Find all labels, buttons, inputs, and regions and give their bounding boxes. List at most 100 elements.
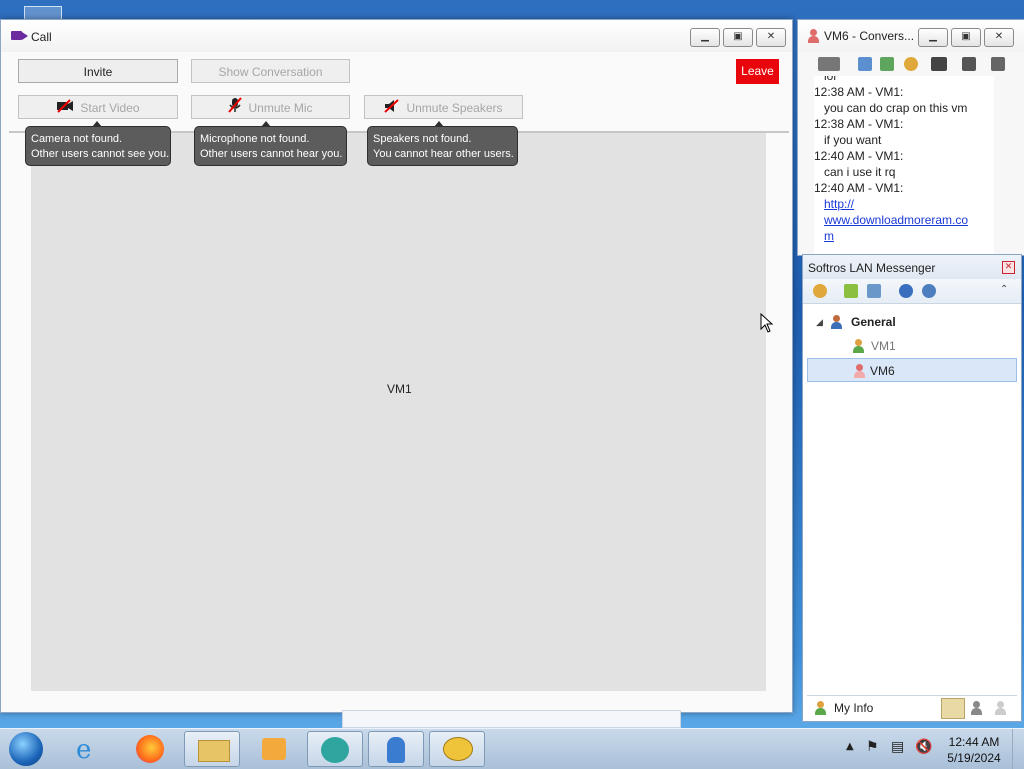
file-explorer-icon[interactable]	[184, 731, 240, 767]
user-name: VM6	[870, 364, 895, 378]
start-video-label: Start Video	[80, 101, 140, 115]
chat-message: lol	[824, 76, 837, 83]
unmute-mic-label: Unmute Mic	[248, 101, 313, 115]
settings-icon[interactable]	[904, 57, 918, 71]
volume-muted-icon[interactable]: 🔇	[915, 739, 932, 755]
collapse-chevron-icon[interactable]: ⌃	[1000, 284, 1008, 295]
expand-triangle-icon[interactable]: ◢	[816, 310, 823, 334]
start-button[interactable]	[9, 732, 43, 766]
camera-tooltip-line1: Camera not found.	[31, 133, 123, 145]
mouse-cursor-icon	[760, 313, 774, 333]
chat-header: 12:40 AM - VM1:	[814, 149, 904, 163]
conv-minimize-button[interactable]: ▁	[918, 28, 948, 47]
lan-toolbar: ⌃	[803, 279, 1021, 304]
lan-status-bar: My Info	[807, 695, 1017, 720]
maximize-button[interactable]: ▣	[723, 28, 753, 47]
show-conversation-button[interactable]: Show Conversation	[191, 59, 350, 83]
messenger-app-icon[interactable]	[307, 731, 363, 767]
minimize-button[interactable]: ▁	[690, 28, 720, 47]
media-player-icon[interactable]	[246, 731, 302, 767]
chat-log[interactable]: lol 12:38 AM - VM1: you can do crap on t…	[814, 76, 994, 254]
group-label: General	[851, 315, 896, 329]
chat-link[interactable]: m	[814, 228, 994, 244]
status-away-icon[interactable]	[971, 701, 982, 715]
window-title: Call	[31, 30, 52, 44]
taskbar: e ▲ ⚑ ▤ 🔇 12:44 AM 5/19/2024	[0, 728, 1024, 769]
help-icon[interactable]	[899, 284, 913, 298]
clock[interactable]: 12:44 AM 5/19/2024	[946, 734, 1002, 766]
chat-message: can i use it rq	[824, 165, 896, 179]
show-hidden-icons-icon[interactable]: ▲	[846, 741, 854, 752]
video-off-icon	[56, 97, 74, 121]
unmute-mic-button[interactable]: Unmute Mic	[191, 95, 350, 119]
camera-tooltip-line2: Other users cannot see you.	[31, 148, 170, 160]
speakers-tooltip: Speakers not found. You cannot hear othe…	[367, 121, 518, 166]
lan-messenger-taskbar-icon[interactable]	[429, 731, 485, 767]
user-online-icon	[853, 339, 864, 353]
chat-header: 12:38 AM - VM1:	[814, 85, 904, 99]
user-red-icon	[808, 29, 819, 43]
video-camera-icon	[11, 31, 28, 40]
speaker-muted-icon	[384, 97, 400, 121]
clock-date: 5/19/2024	[947, 751, 1001, 765]
send-file-icon[interactable]	[880, 57, 894, 71]
internet-explorer-icon[interactable]: e	[62, 731, 118, 767]
mic-tooltip-line2: Other users cannot hear you.	[200, 148, 343, 160]
conv-maximize-button[interactable]: ▣	[951, 28, 981, 47]
status-available-button[interactable]	[941, 698, 965, 719]
conversation-titlebar[interactable]: VM6 - Convers... ▁ ▣ ✕	[798, 20, 1024, 52]
status-offline-icon[interactable]	[995, 701, 1006, 715]
action-center-flag-icon[interactable]: ⚑	[866, 739, 879, 755]
lan-titlebar[interactable]: Softros LAN Messenger ✕	[803, 255, 1021, 279]
chat-message: you can do crap on this vm	[824, 101, 968, 115]
exit-conversation-icon[interactable]	[991, 57, 1005, 71]
user-tree: ◢ General VM1 VM6	[807, 310, 1017, 382]
mic-tooltip: Microphone not found. Other users cannot…	[194, 121, 347, 166]
info-icon[interactable]	[922, 284, 936, 298]
conv-close-button[interactable]: ✕	[984, 28, 1014, 47]
unmute-speakers-label: Unmute Speakers	[406, 101, 503, 115]
call-window: Call ▁ ▣ ✕ Invite Show Conversation Leav…	[0, 19, 793, 713]
conversation-window: VM6 - Convers... ▁ ▣ ✕ lol 12:38 AM - VM…	[797, 19, 1024, 256]
mic-muted-icon	[228, 97, 243, 121]
call-titlebar[interactable]: Call ▁ ▣ ✕	[1, 20, 792, 52]
open-folder-icon[interactable]	[844, 284, 858, 298]
camera-tooltip: Camera not found. Other users cannot see…	[25, 121, 171, 166]
start-video-button[interactable]: Start Video	[18, 95, 178, 119]
chat-header: 12:40 AM - VM1:	[814, 181, 904, 195]
close-button[interactable]: ✕	[756, 28, 786, 47]
chat-message: if you want	[824, 133, 882, 147]
video-area: VM1	[31, 133, 766, 691]
add-participants-icon[interactable]	[962, 57, 976, 71]
conversation-title: VM6 - Convers...	[824, 29, 915, 43]
chat-link[interactable]: http://	[814, 196, 994, 212]
user-self-icon	[854, 364, 865, 378]
user-item-vm1[interactable]: VM1	[807, 334, 1017, 358]
lan-messenger-window: Softros LAN Messenger ✕ ⌃ ◢ General VM1 …	[802, 254, 1022, 722]
show-desktop-button[interactable]	[1012, 729, 1024, 769]
mic-tooltip-line1: Microphone not found.	[200, 133, 310, 145]
user-item-vm6[interactable]: VM6	[807, 358, 1017, 382]
message-history-icon[interactable]	[867, 284, 881, 298]
firefox-icon[interactable]	[122, 731, 178, 767]
speakers-tooltip-line2: You cannot hear other users.	[373, 148, 514, 160]
preferences-icon[interactable]	[813, 284, 827, 298]
video-call-icon[interactable]	[931, 57, 947, 71]
my-info-icon[interactable]	[815, 701, 826, 715]
clock-time: 12:44 AM	[948, 735, 1000, 749]
lan-close-button[interactable]: ✕	[1002, 261, 1015, 274]
my-info-label[interactable]: My Info	[834, 701, 873, 715]
group-users-icon	[831, 315, 842, 329]
participant-name: VM1	[387, 382, 412, 396]
unmute-speakers-button[interactable]: Unmute Speakers	[364, 95, 523, 119]
invite-button[interactable]: Invite	[18, 59, 178, 83]
history-icon[interactable]	[858, 57, 872, 71]
chat-link[interactable]: www.downloadmoreram.co	[814, 212, 994, 228]
group-general[interactable]: ◢ General	[807, 310, 1017, 334]
users-app-icon[interactable]	[368, 731, 424, 767]
leave-button[interactable]: Leave	[736, 59, 779, 84]
hidden-window-strip	[342, 710, 681, 728]
network-icon[interactable]: ▤	[891, 739, 904, 755]
speakers-tooltip-line1: Speakers not found.	[373, 133, 472, 145]
emoticon-menu-icon[interactable]	[818, 57, 840, 71]
